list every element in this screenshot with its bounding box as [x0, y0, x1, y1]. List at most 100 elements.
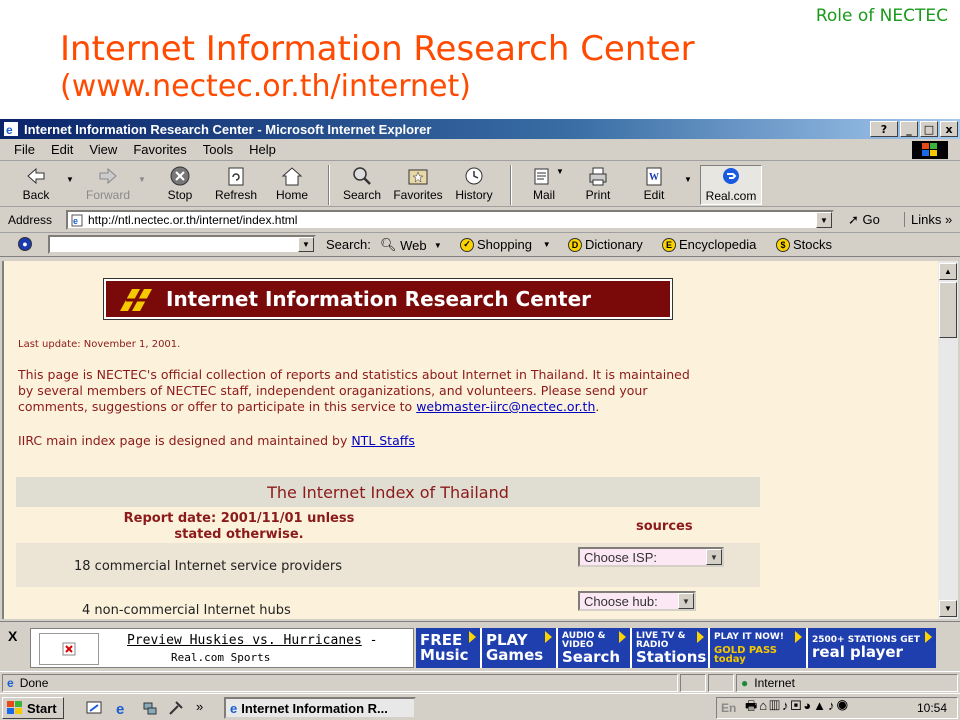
menu-help[interactable]: Help [249, 142, 276, 157]
menu-favorites[interactable]: Favorites [133, 142, 186, 157]
favorites-button[interactable]: Favorites [392, 165, 444, 202]
ad-real-strip: FREE Music PLAY Games AUDIO & VIDEO Search … [416, 628, 936, 668]
ad-live-tv[interactable]: LIVE TV & RADIO Stations [632, 628, 710, 668]
back-button[interactable]: Back [10, 165, 62, 202]
report-date-line-2: stated otherwise. [174, 527, 304, 542]
real-com-button[interactable]: Real.com [700, 165, 762, 205]
arrow-right-icon [619, 631, 626, 643]
ad-gold-bottom: GOLD PASS today [714, 644, 777, 665]
banner-title: Internet Information Research Center [166, 287, 591, 311]
home-button[interactable]: Home [266, 165, 318, 202]
start-label: Start [27, 700, 57, 716]
shopping-label: Shopping [477, 237, 532, 252]
taskbar-ie-task[interactable]: e Internet Information R... [224, 697, 416, 719]
page-icon: e [71, 214, 83, 227]
stop-button[interactable]: Stop [154, 165, 206, 202]
forward-arrow-icon [99, 167, 117, 185]
menu-edit[interactable]: Edit [51, 142, 73, 157]
help-context-button[interactable]: ? [870, 121, 898, 137]
vertical-scrollbar[interactable]: ▲ ▼ [938, 261, 958, 619]
menu-tools[interactable]: Tools [203, 142, 233, 157]
ntl-staffs-link[interactable]: NTL Staffs [351, 433, 415, 448]
ad-audio-video[interactable]: AUDIO & VIDEO Search [558, 628, 632, 668]
stocks-button[interactable]: $ Stocks [776, 237, 832, 252]
ad-play-games[interactable]: PLAY Games [482, 628, 558, 668]
magnifier-icon: 🔍︎ [380, 237, 397, 252]
menu-view[interactable]: View [89, 142, 117, 157]
quicklaunch-network-icon[interactable] [142, 700, 158, 716]
minimize-button[interactable]: _ [900, 121, 918, 137]
search-box[interactable]: ▼ [48, 235, 316, 254]
start-button[interactable]: Start [2, 697, 64, 719]
go-button[interactable]: ➚ Go [848, 212, 880, 228]
quicklaunch-tool-icon[interactable] [168, 700, 184, 716]
menu-file[interactable]: File [14, 142, 35, 157]
broken-image-icon [39, 633, 99, 665]
ad-audio-bottom: Search [562, 647, 621, 666]
address-url: http://ntl.nectec.or.th/internet/index.h… [88, 213, 298, 227]
stocks-icon: $ [776, 237, 790, 252]
clock: 10:54 [916, 701, 947, 715]
choose-hub-select[interactable]: Choose hub: ▼ [578, 591, 696, 611]
menu-bar: File Edit View Favorites Tools Help [0, 139, 960, 161]
ad-free-music[interactable]: FREE Music [416, 628, 482, 668]
report-date: Report date: 2001/11/01 unless stated ot… [104, 511, 374, 543]
address-dropdown-icon[interactable]: ▼ [816, 212, 832, 228]
encyclopedia-label: Encyclopedia [679, 237, 757, 252]
window-titlebar[interactable]: e Internet Information Research Center -… [0, 119, 960, 139]
encyclopedia-button[interactable]: E Encyclopedia [662, 237, 756, 252]
address-input[interactable]: e http://ntl.nectec.or.th/internet/index… [66, 210, 834, 230]
choose-hub-dropdown-icon[interactable]: ▼ [678, 593, 694, 609]
scroll-up-icon[interactable]: ▲ [939, 263, 957, 280]
choose-isp-select[interactable]: Choose ISP: ▼ [578, 547, 724, 567]
webmaster-email-link[interactable]: webmaster-iirc@nectec.or.th [416, 399, 595, 414]
choose-isp-dropdown-icon[interactable]: ▼ [706, 549, 722, 565]
quicklaunch-desktop-icon[interactable] [86, 700, 102, 716]
scroll-down-icon[interactable]: ▼ [939, 600, 957, 617]
status-main: e Done [2, 674, 678, 692]
quicklaunch-ie-icon[interactable]: e [114, 700, 130, 716]
back-dropdown-icon[interactable]: ▼ [66, 165, 76, 184]
ad-preview-link[interactable]: Preview Huskies vs. Hurricanes - [127, 633, 377, 648]
task-ie-icon: e [230, 700, 238, 716]
web-label: Web [400, 237, 427, 253]
dictionary-button[interactable]: D Dictionary [568, 237, 643, 252]
ad-gold-pass[interactable]: PLAY IT NOW! GOLD PASS today [710, 628, 808, 668]
arrow-right-icon [795, 631, 802, 643]
edit-button[interactable]: W Edit [628, 165, 680, 202]
search-box-dropdown-icon[interactable]: ▼ [298, 237, 314, 252]
forward-button[interactable]: Forward [82, 165, 134, 202]
scroll-thumb[interactable] [939, 282, 957, 338]
ad-realplayer[interactable]: 2500+ STATIONS GET real player [808, 628, 936, 668]
windows-flag-icon [7, 701, 22, 714]
go-arrow-icon: ➚ [848, 212, 859, 227]
shopping-button[interactable]: ✓ Shopping ▼ [460, 237, 551, 252]
designed-by: IIRC main index page is designed and mai… [18, 433, 778, 449]
forward-dropdown-icon[interactable]: ▼ [138, 165, 148, 184]
refresh-icon [228, 167, 244, 186]
real-com-label: Real.com [705, 189, 757, 203]
ad-live-bottom: Stations [636, 647, 707, 666]
intro-line-1: This page is NECTEC's official collectio… [18, 367, 690, 382]
print-button[interactable]: Print [572, 165, 624, 202]
back-arrow-icon [27, 167, 45, 185]
search-label: Search: [326, 237, 371, 252]
stop-icon [170, 166, 190, 186]
maximize-button[interactable]: □ [920, 121, 938, 137]
shopping-dropdown-icon[interactable]: ▼ [543, 240, 551, 249]
print-icon [589, 167, 607, 186]
close-button[interactable]: x [940, 121, 958, 137]
refresh-button[interactable]: Refresh [210, 165, 262, 202]
ad-close-icon[interactable]: X [8, 628, 17, 644]
links-button[interactable]: Links » [904, 212, 952, 227]
web-search-button[interactable]: 🔍︎ Web ▼ [380, 237, 442, 253]
language-indicator[interactable]: En [721, 701, 736, 715]
search-button[interactable]: Search [336, 165, 388, 202]
web-dropdown-icon[interactable]: ▼ [434, 241, 442, 250]
quicklaunch-more-icon[interactable]: » [196, 699, 203, 714]
report-date-line-1: Report date: 2001/11/01 unless [123, 511, 355, 526]
history-button[interactable]: History [448, 165, 500, 202]
edit-dropdown-icon[interactable]: ▼ [684, 165, 694, 184]
ad-play-bottom: Games [486, 646, 544, 664]
mail-dropdown-icon[interactable]: ▼ [556, 165, 566, 176]
